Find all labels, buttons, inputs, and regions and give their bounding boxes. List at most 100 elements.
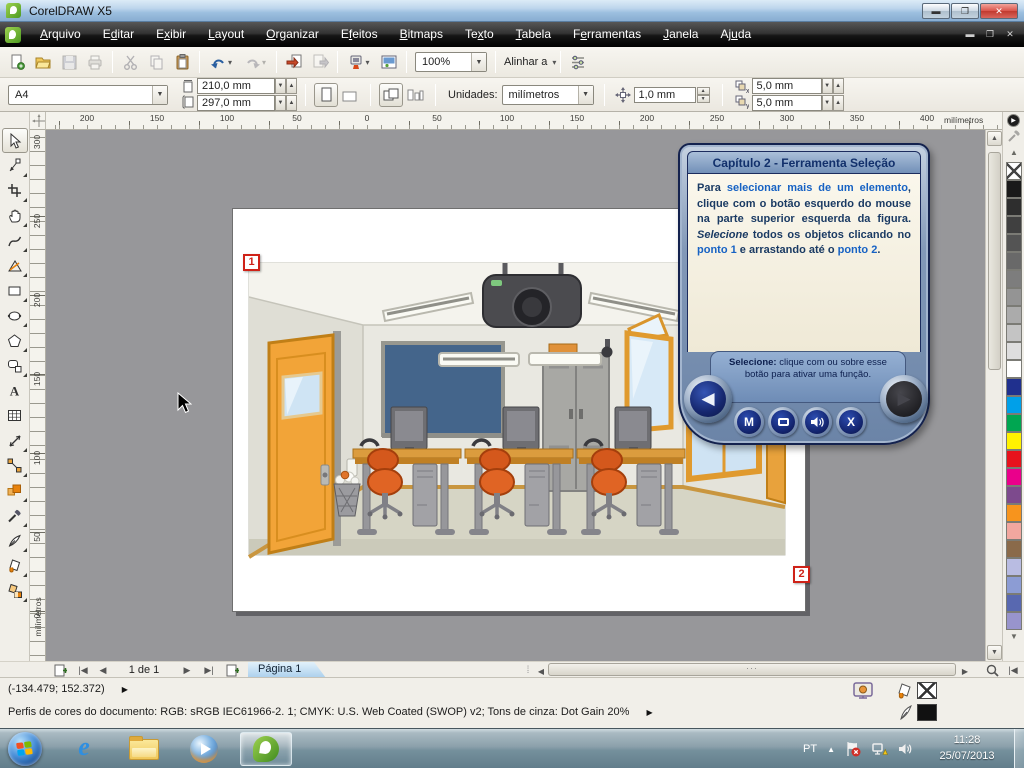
hscroll-thumb[interactable]: ··· xyxy=(548,663,956,676)
duplicate-x-field[interactable]: 5,0 mm xyxy=(752,78,822,94)
color-swatch-16[interactable] xyxy=(1006,468,1022,486)
v-ruler[interactable]: milímetros300250200150100500 xyxy=(30,130,46,661)
color-swatch-0[interactable] xyxy=(1006,180,1022,198)
doc-restore-icon[interactable]: ❐ xyxy=(982,29,998,40)
tutorial-link[interactable]: selecionar mais de um elemento xyxy=(727,182,908,194)
redo-button[interactable]: ▾ xyxy=(238,50,272,74)
width-up-icon[interactable]: ▲ xyxy=(286,78,297,94)
color-swatch-19[interactable] xyxy=(1006,522,1022,540)
landscape-button[interactable] xyxy=(338,83,362,107)
add-page-button[interactable] xyxy=(52,663,68,677)
zoom-dropdown-icon[interactable]: ▼ xyxy=(471,53,486,71)
dupy-up-icon[interactable]: ▲ xyxy=(833,95,844,111)
color-swatch-12[interactable] xyxy=(1006,396,1022,414)
zoom-level-combo[interactable]: 100% ▼ xyxy=(415,52,487,72)
new-document-button[interactable] xyxy=(4,50,30,74)
current-page-button[interactable] xyxy=(403,83,427,107)
taskbar-windows-explorer[interactable] xyxy=(118,732,170,766)
menu-ajuda[interactable]: Ajuda xyxy=(709,22,762,47)
tutorial-close-button[interactable]: X xyxy=(836,407,866,437)
h-ruler[interactable]: milímetros200150100500501001502002503003… xyxy=(46,112,1002,130)
fill-indicator[interactable] xyxy=(896,682,937,699)
freehand-tool[interactable] xyxy=(2,228,28,253)
pick-tool[interactable] xyxy=(2,128,28,153)
color-swatch-2[interactable] xyxy=(1006,216,1022,234)
connector-tool[interactable] xyxy=(2,453,28,478)
color-swatch-5[interactable] xyxy=(1006,270,1022,288)
color-swatch-22[interactable] xyxy=(1006,576,1022,594)
shape-tool[interactable] xyxy=(2,153,28,178)
tray-expand-icon[interactable]: ▲ xyxy=(827,745,835,754)
ellipse-tool[interactable] xyxy=(2,303,28,328)
action-center-icon[interactable] xyxy=(845,741,861,757)
color-swatch-18[interactable] xyxy=(1006,504,1022,522)
tutorial-link[interactable]: ponto 1 xyxy=(697,244,737,256)
color-swatch-24[interactable] xyxy=(1006,612,1022,630)
vscroll-thumb[interactable] xyxy=(988,152,1001,370)
color-swatch-13[interactable] xyxy=(1006,414,1022,432)
tutorial-menu-button[interactable]: M xyxy=(734,407,764,437)
polygon-tool[interactable] xyxy=(2,328,28,353)
last-page-icon[interactable]: ▶| xyxy=(200,663,218,677)
start-button[interactable] xyxy=(8,732,42,766)
interactive-fill-tool[interactable] xyxy=(2,578,28,603)
zoom-navigator-button[interactable] xyxy=(984,663,1000,677)
page-width-field[interactable]: 210,0 mm xyxy=(197,78,275,94)
all-pages-button[interactable] xyxy=(379,83,403,107)
color-swatch-8[interactable] xyxy=(1006,324,1022,342)
point-1-marker[interactable]: 1 xyxy=(243,254,260,271)
units-dropdown-icon[interactable]: ▼ xyxy=(578,86,593,104)
parallel-dimension-tool[interactable] xyxy=(2,428,28,453)
corel-menu-icon[interactable] xyxy=(5,27,21,43)
menu-efeitos[interactable]: Efeitos xyxy=(330,22,389,47)
import-button[interactable] xyxy=(281,50,307,74)
prev-page-icon[interactable]: ◀ xyxy=(96,663,110,677)
duplicate-y-field[interactable]: 5,0 mm xyxy=(752,95,822,111)
paper-size-combo[interactable]: A4 ▼ xyxy=(8,85,168,105)
taskbar-media-player[interactable] xyxy=(178,732,230,766)
menu-ferramentas[interactable]: Ferramentas xyxy=(562,22,652,47)
redo-dropdown-icon[interactable]: ▾ xyxy=(262,58,266,67)
color-swatch-1[interactable] xyxy=(1006,198,1022,216)
welcome-screen-button[interactable] xyxy=(376,50,402,74)
next-page-icon[interactable]: ▶ xyxy=(180,663,194,677)
tutorial-link[interactable]: ponto 2 xyxy=(838,244,878,256)
paste-button[interactable] xyxy=(169,50,195,74)
undo-dropdown-icon[interactable]: ▾ xyxy=(228,58,232,67)
taskbar-internet-explorer[interactable]: e xyxy=(58,732,110,766)
text-tool[interactable]: A xyxy=(2,378,28,403)
basic-shapes-tool[interactable] xyxy=(2,353,28,378)
align-dropdown-icon[interactable]: ▾ xyxy=(552,58,556,67)
network-icon[interactable] xyxy=(871,741,888,757)
color-swatch-15[interactable] xyxy=(1006,450,1022,468)
close-button[interactable]: ✕ xyxy=(980,3,1018,19)
undo-button[interactable]: ▾ xyxy=(204,50,238,74)
menu-editar[interactable]: Editar xyxy=(92,22,145,47)
volume-icon[interactable] xyxy=(898,741,914,757)
page-height-field[interactable]: 297,0 mm xyxy=(197,95,275,111)
width-down-icon[interactable]: ▼ xyxy=(275,78,286,94)
color-swatch-23[interactable] xyxy=(1006,594,1022,612)
color-swatch-3[interactable] xyxy=(1006,234,1022,252)
menu-texto[interactable]: Texto xyxy=(454,22,505,47)
first-page-icon[interactable]: |◀ xyxy=(74,663,92,677)
color-swatch-17[interactable] xyxy=(1006,486,1022,504)
scroll-down-icon[interactable]: ▼ xyxy=(987,645,1002,660)
drawing-canvas[interactable]: 1 2 Capítulo 2 - Ferramenta Seleção Para… xyxy=(46,130,985,661)
horizontal-scrollbar[interactable]: ◀ ··· ▶ xyxy=(536,663,982,677)
cut-icon[interactable] xyxy=(117,50,143,74)
menu-bitmaps[interactable]: Bitmaps xyxy=(389,22,454,47)
menu-janela[interactable]: Janela xyxy=(652,22,709,47)
palette-scroll-up-icon[interactable]: ▲ xyxy=(1006,148,1022,157)
save-button[interactable] xyxy=(56,50,82,74)
application-launcher-button[interactable]: ▾ xyxy=(342,50,376,74)
hscroll-right-icon[interactable]: ▶ xyxy=(960,664,970,678)
language-indicator[interactable]: PT xyxy=(803,743,817,755)
table-tool[interactable] xyxy=(2,403,28,428)
fill-tool[interactable] xyxy=(2,553,28,578)
doc-minimize-icon[interactable]: ▬ xyxy=(962,29,978,40)
proof-colors-icon[interactable] xyxy=(852,682,874,701)
height-up-icon[interactable]: ▲ xyxy=(286,95,297,111)
blend-tool[interactable] xyxy=(2,478,28,503)
export-button[interactable] xyxy=(307,50,333,74)
